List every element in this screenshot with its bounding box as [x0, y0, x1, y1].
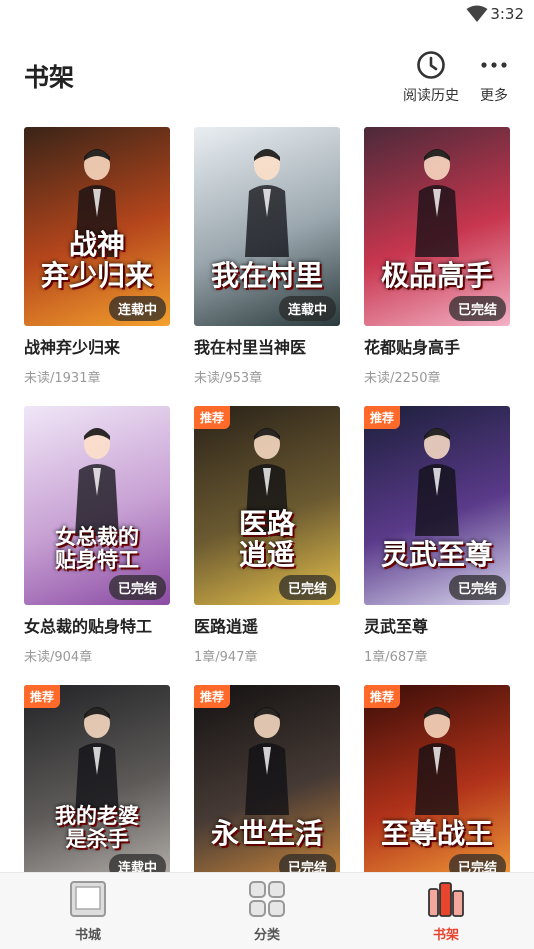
book-item[interactable]: 医路 逍遥 推荐已完结 医路逍遥 1章/947章 — [194, 406, 340, 665]
cover-figure-illustration — [245, 707, 289, 815]
cover-title-art: 至尊战王 — [380, 817, 493, 851]
book-cover[interactable]: 医路 逍遥 推荐已完结 — [194, 406, 340, 605]
book-item[interactable]: 永世生活 推荐 已完结 — [194, 685, 340, 884]
reading-progress: 1章/947章 — [194, 650, 258, 665]
recommend-badge: 推荐 — [364, 685, 401, 708]
status-badge: 连载中 — [108, 296, 166, 321]
nav-label-bookstore: 书城 — [74, 928, 101, 943]
bottom-navigation: 书城 分类 书架 — [0, 872, 534, 949]
recommend-badge: 推荐 — [194, 406, 231, 429]
book-title: 我在村里当神医 — [194, 338, 307, 357]
more-label: 更多 — [480, 88, 508, 104]
cover-title-art: 医路 逍遥 — [238, 507, 295, 572]
cover-figure-illustration — [245, 149, 289, 257]
status-time: 3:32 — [490, 5, 524, 23]
page-header: 书架 阅读历史 更多 — [0, 44, 534, 110]
cover-title-art: 极品高手 — [380, 259, 493, 293]
more-dots-icon — [481, 62, 507, 68]
reading-progress: 未读/2250章 — [364, 371, 441, 386]
nav-label-category: 分类 — [253, 928, 280, 943]
book-cover[interactable]: 战神 弃少归来连载中 — [24, 127, 170, 326]
book-title: 女总裁的贴身特工 — [24, 617, 153, 636]
book-cover[interactable]: 永世生活 推荐 已完结 — [194, 685, 340, 884]
book-cover[interactable]: 女总裁的 贴身特工已完结 — [24, 406, 170, 605]
nav-tab-bookstore[interactable]: 书城 — [48, 879, 128, 943]
nav-label-bookshelf: 书架 — [432, 928, 459, 943]
recommend-badge: 推荐 — [364, 406, 401, 429]
cover-title-art: 战神 弃少归来 — [40, 228, 153, 293]
book-item[interactable]: 灵武至尊 推荐 已完结 灵武至尊 1章/687章 — [364, 406, 510, 665]
reading-history-label: 阅读历史 — [403, 88, 459, 104]
book-item[interactable]: 极品高手已完结花都贴身高手未读/2250章 — [364, 127, 510, 386]
reading-history-button[interactable]: 阅读历史 — [402, 50, 460, 105]
cover-figure-illustration — [415, 707, 459, 815]
nav-tab-bookshelf[interactable]: 书架 — [406, 879, 486, 943]
cover-figure-illustration — [75, 428, 119, 536]
cover-title-art: 我的老婆 是杀手 — [55, 802, 139, 851]
cover-figure-illustration — [75, 707, 119, 815]
cover-figure-illustration — [415, 428, 459, 536]
reading-progress: 未读/953章 — [194, 371, 263, 386]
reading-progress: 未读/1931章 — [24, 371, 101, 386]
book-cover[interactable]: 我的老婆 是杀手 推荐 连载中 — [24, 685, 170, 884]
status-badge: 已完结 — [108, 575, 166, 600]
book-item[interactable]: 战神 弃少归来连载中战神弃少归来未读/1931章 — [24, 127, 170, 386]
book-item[interactable]: 至尊战王 推荐 已完结 — [364, 685, 510, 884]
category-icon — [249, 881, 285, 917]
book-cover[interactable]: 极品高手已完结 — [364, 127, 510, 326]
nav-tab-category[interactable]: 分类 — [227, 879, 307, 943]
book-cover[interactable]: 我在村里连载中 — [194, 127, 340, 326]
more-button[interactable]: 更多 — [474, 50, 514, 105]
bookshelf-icon — [428, 882, 464, 917]
book-item[interactable]: 我的老婆 是杀手 推荐 连载中 — [24, 685, 170, 884]
recommend-badge: 推荐 — [24, 685, 61, 708]
book-title: 灵武至尊 — [364, 617, 429, 636]
book-title: 医路逍遥 — [194, 617, 259, 636]
status-badge: 已完结 — [448, 296, 506, 321]
status-badge: 已完结 — [448, 575, 506, 600]
cover-title-art: 女总裁的 贴身特工 — [55, 523, 139, 572]
bookstore-icon — [70, 881, 106, 917]
reading-progress: 未读/904章 — [24, 650, 93, 665]
book-title: 战神弃少归来 — [24, 338, 121, 357]
book-title: 花都贴身高手 — [364, 338, 461, 357]
page-title: 书架 — [24, 63, 75, 92]
book-cover[interactable]: 至尊战王 推荐 已完结 — [364, 685, 510, 884]
book-cover[interactable]: 灵武至尊 推荐已完结 — [364, 406, 510, 605]
book-item[interactable]: 女总裁的 贴身特工已完结女总裁的贴身特工未读/904章 — [24, 406, 170, 665]
status-badge: 已完结 — [278, 575, 336, 600]
clock-icon — [417, 51, 445, 79]
cover-figure-illustration — [415, 149, 459, 257]
book-item[interactable]: 我在村里连载中我在村里当神医未读/953章 — [194, 127, 340, 386]
recommend-badge: 推荐 — [194, 685, 231, 708]
wifi-icon — [466, 5, 488, 22]
cover-title-art: 永世生活 — [210, 817, 323, 851]
cover-title-art: 我在村里 — [210, 259, 323, 293]
reading-progress: 1章/687章 — [364, 650, 428, 665]
status-bar: 3:32 — [0, 0, 534, 30]
status-badge: 连载中 — [278, 296, 336, 321]
cover-title-art: 灵武至尊 — [380, 538, 493, 572]
